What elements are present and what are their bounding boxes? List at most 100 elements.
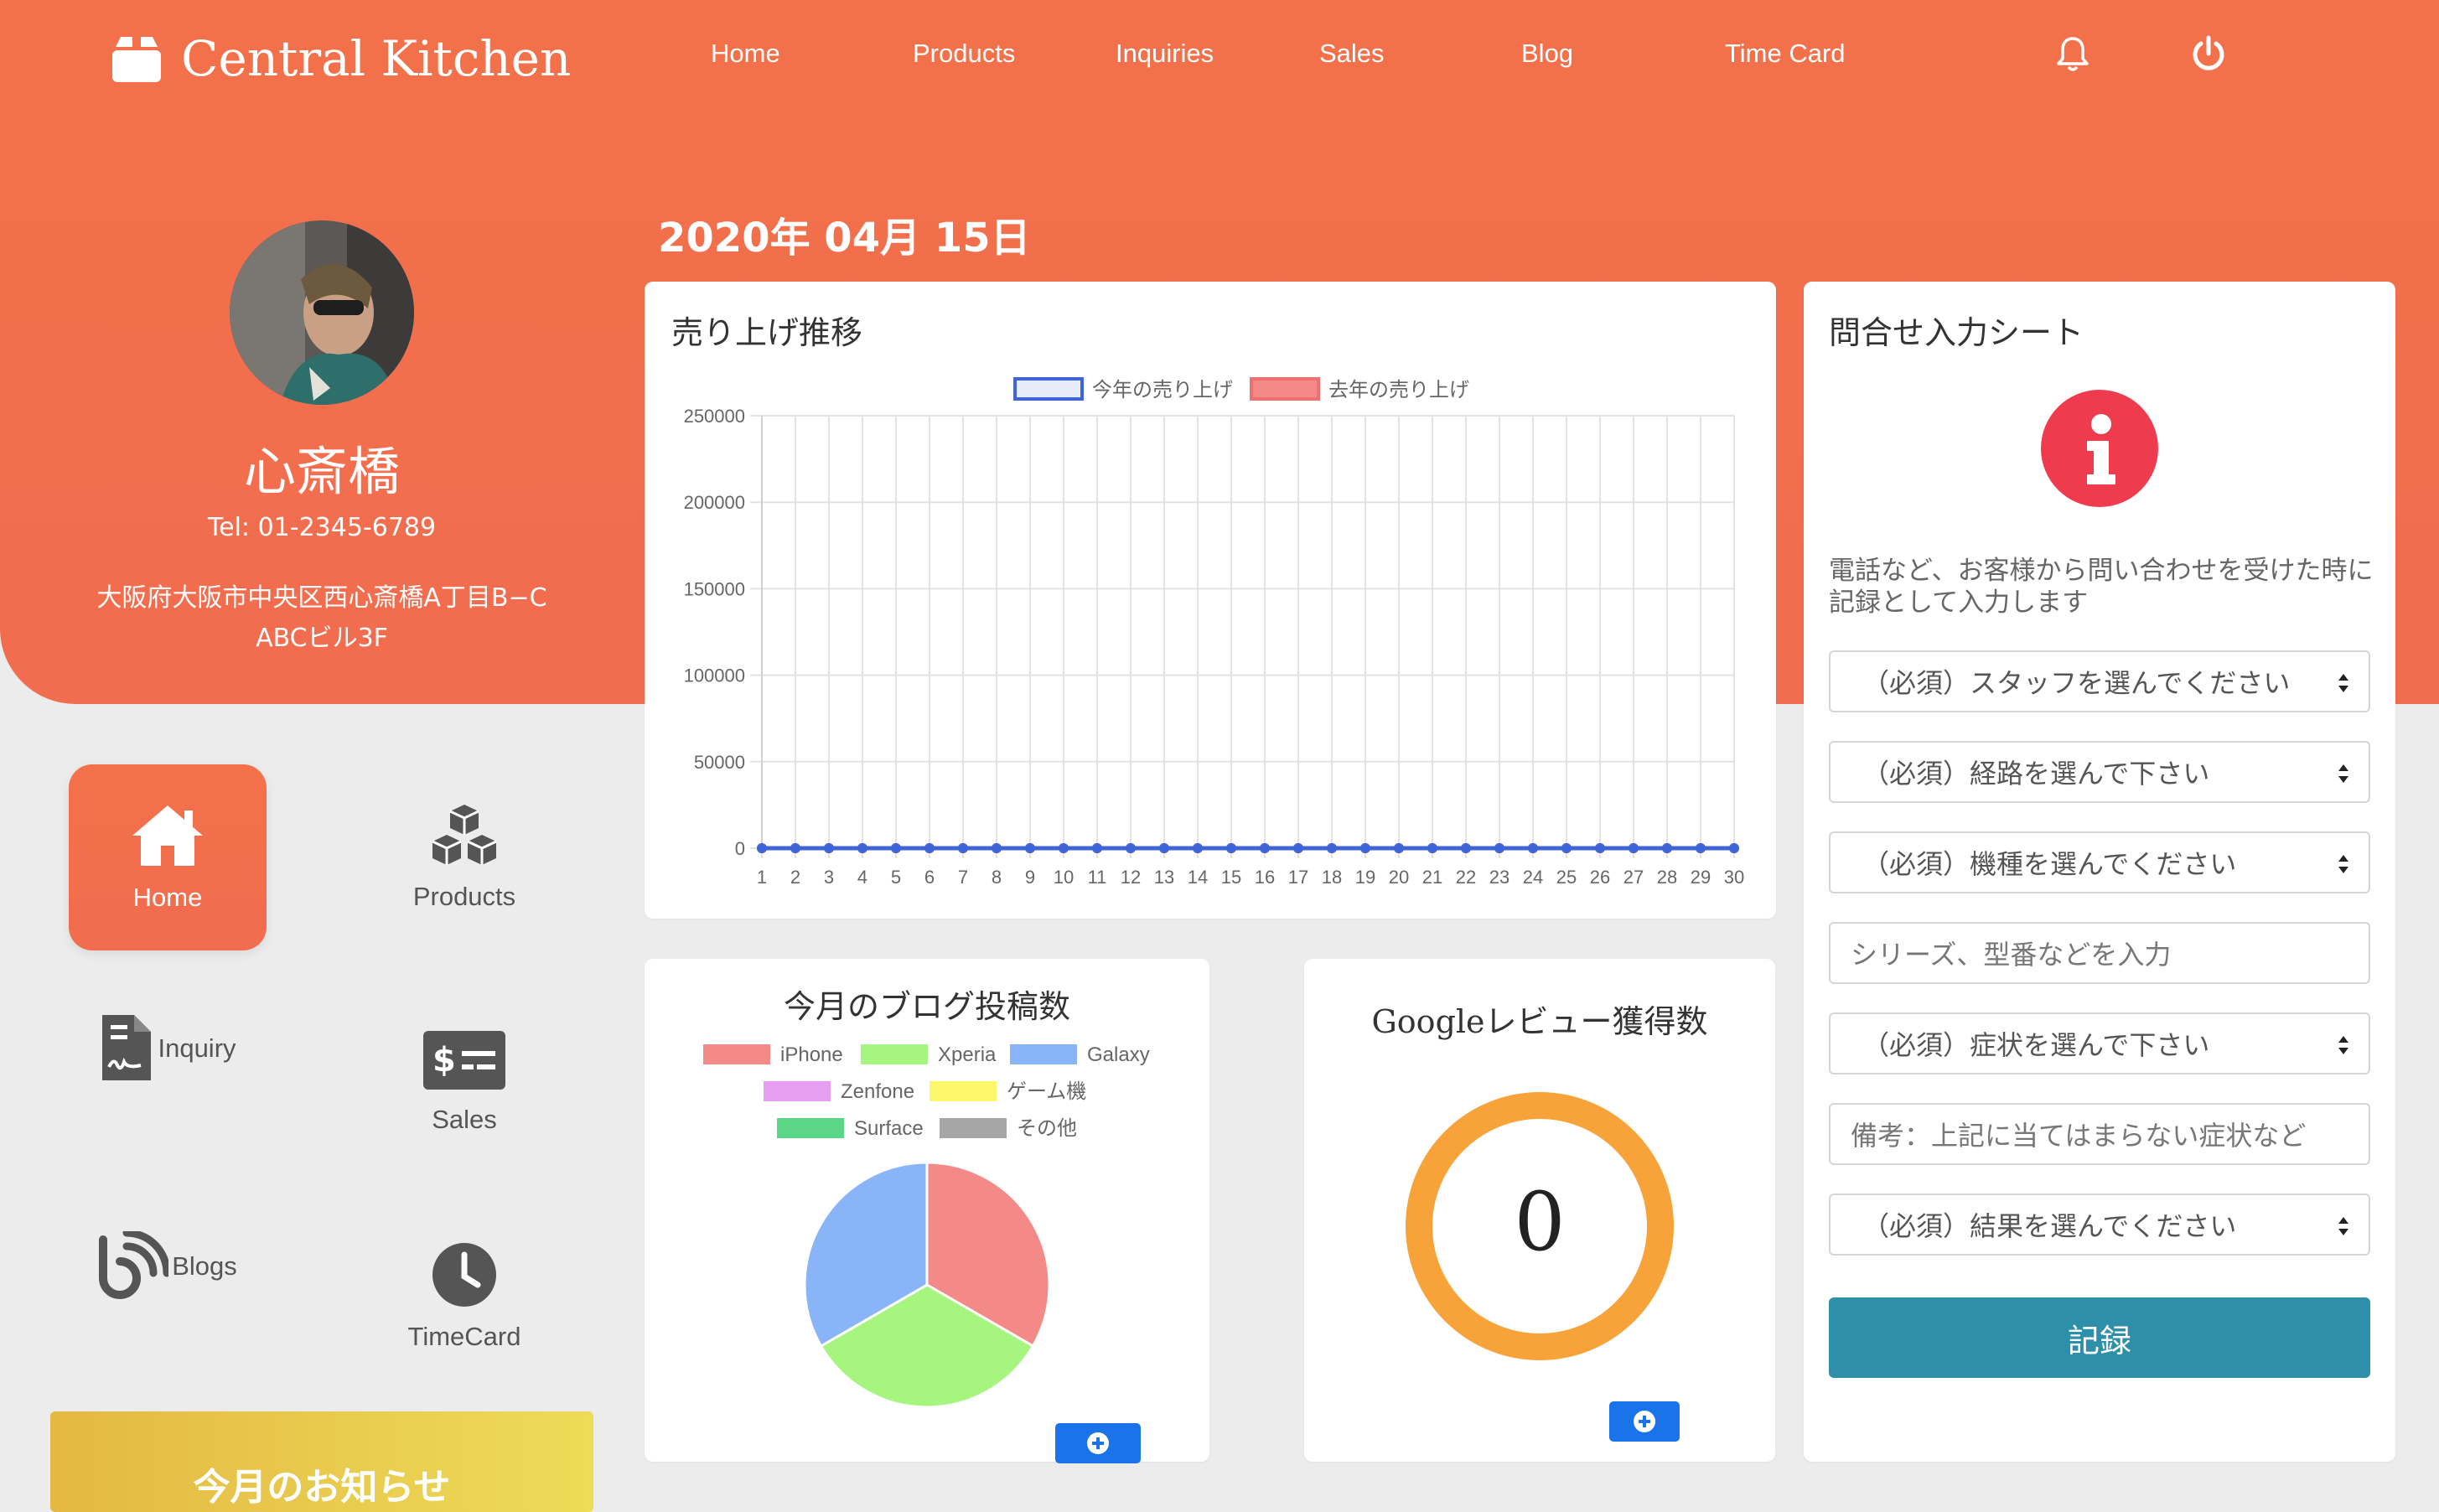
data-point xyxy=(1461,843,1471,853)
x-tick-label: 8 xyxy=(992,867,1002,888)
select-caret-icon xyxy=(2338,1036,2348,1054)
remarks-input[interactable]: 備考：上記に当てはまらない症状など xyxy=(1829,1103,2370,1165)
menu-products[interactable]: Products xyxy=(365,764,563,950)
data-point xyxy=(1226,843,1236,853)
x-tick-label: 20 xyxy=(1389,867,1409,888)
menu-sales[interactable]: $ Sales xyxy=(365,989,563,1175)
menu-label: Sales xyxy=(432,1105,497,1134)
menu-label: Products xyxy=(412,882,516,911)
data-point xyxy=(1427,843,1437,853)
review-count: 0 xyxy=(1514,1175,1566,1269)
legend-swatch xyxy=(940,1118,1007,1138)
blog-pie-chart: iPhone Xperia Galaxy Zenfone ゲーム機 Surface その他 xyxy=(703,1043,1150,1409)
home-icon xyxy=(132,805,203,866)
menu-timecard[interactable]: TimeCard xyxy=(365,1204,563,1390)
form-description: 電話など、お客様から問い合わせを受けた時に記録として入力します xyxy=(1829,556,2374,618)
menu-blogs[interactable]: Blogs xyxy=(69,1173,267,1359)
add-blog-button[interactable] xyxy=(1055,1423,1141,1463)
plus-circle-icon xyxy=(1087,1432,1109,1454)
legend-label: Galaxy xyxy=(1087,1043,1150,1066)
nav-blog[interactable]: Blog xyxy=(1521,39,1573,69)
data-point xyxy=(1696,843,1706,853)
series-input[interactable]: シリーズ、型番などを入力 xyxy=(1829,922,2370,984)
x-tick-label: 19 xyxy=(1355,867,1375,888)
x-tick-label: 9 xyxy=(1025,867,1035,888)
select-value: （必須）スタッフを選んでください xyxy=(1862,667,2291,699)
avatar xyxy=(230,220,414,405)
x-tick-label: 27 xyxy=(1623,867,1644,888)
legend-label: その他 xyxy=(1017,1117,1077,1140)
nav-inquiries[interactable]: Inquiries xyxy=(1116,39,1214,69)
brand[interactable]: Central Kitchen xyxy=(112,25,571,92)
select-caret-icon xyxy=(2338,674,2348,692)
sales-chart-card: 売り上げ推移 今年の売り上げ 去年の売り上げ 0 50000 100000 150000 2… xyxy=(645,282,1776,919)
monthly-notice[interactable]: 今月のお知らせ xyxy=(50,1411,593,1512)
x-tick-label: 2 xyxy=(790,867,800,888)
legend-label: Zenfone xyxy=(841,1080,914,1103)
y-tick-label: 250000 xyxy=(684,406,745,427)
legend-label: Xperia xyxy=(938,1043,997,1066)
nav-time-card[interactable]: Time Card xyxy=(1725,39,1846,69)
x-tick-label: 1 xyxy=(757,867,767,888)
x-tick-label: 26 xyxy=(1590,867,1610,888)
legend-swatch xyxy=(1250,377,1320,401)
store-address: 大阪府大阪市中央区西心斎橋A丁目B−C ABCビル3F xyxy=(50,578,593,659)
model-select[interactable]: （必須）機種を選んでください xyxy=(1829,831,2370,893)
nav-home[interactable]: Home xyxy=(711,39,780,69)
x-tick-label: 3 xyxy=(824,867,834,888)
result-select[interactable]: （必須）結果を選んでください xyxy=(1829,1194,2370,1256)
x-tick-label: 29 xyxy=(1691,867,1711,888)
y-tick-label: 50000 xyxy=(694,752,745,773)
nav-products[interactable]: Products xyxy=(913,39,1015,69)
add-review-button[interactable] xyxy=(1609,1401,1680,1442)
data-point xyxy=(924,843,935,853)
data-point xyxy=(1159,843,1169,853)
menu-inquiry[interactable]: Inquiry xyxy=(69,955,267,1142)
select-caret-icon xyxy=(2338,1217,2348,1235)
data-point xyxy=(1193,843,1203,853)
legend-label: iPhone xyxy=(780,1043,843,1066)
clock-icon xyxy=(432,1243,496,1307)
x-tick-label: 25 xyxy=(1556,867,1577,888)
select-value: （必須）経路を選んで下さい xyxy=(1862,758,2210,790)
legend-swatch xyxy=(764,1081,831,1101)
x-tick-label: 15 xyxy=(1221,867,1241,888)
x-tick-label: 4 xyxy=(857,867,867,888)
review-card: Googleレビュー獲得数 0 xyxy=(1304,959,1775,1462)
cubes-icon xyxy=(432,805,497,865)
route-select[interactable]: （必須）経路を選んで下さい xyxy=(1829,741,2370,803)
y-tick-label: 200000 xyxy=(684,492,745,513)
x-tick-label: 21 xyxy=(1422,867,1442,888)
x-tick-label: 22 xyxy=(1456,867,1476,888)
x-tick-label: 7 xyxy=(958,867,968,888)
record-button[interactable]: 記録 xyxy=(1829,1297,2370,1378)
data-point xyxy=(1025,843,1035,853)
menu-label: Blogs xyxy=(172,1251,237,1281)
data-point xyxy=(1394,843,1404,853)
staff-select[interactable]: （必須）スタッフを選んでください xyxy=(1829,650,2370,712)
bell-icon[interactable] xyxy=(2052,34,2094,75)
x-tick-label: 13 xyxy=(1154,867,1174,888)
x-tick-label: 10 xyxy=(1054,867,1074,888)
legend-label: ゲーム機 xyxy=(1007,1080,1086,1103)
y-tick-label: 100000 xyxy=(684,665,745,686)
x-tick-label: 18 xyxy=(1322,867,1342,888)
data-point xyxy=(757,843,767,853)
x-tick-label: 12 xyxy=(1121,867,1141,888)
input-placeholder: シリーズ、型番などを入力 xyxy=(1851,939,2172,971)
x-tick-label: 6 xyxy=(924,867,935,888)
x-tick-label: 24 xyxy=(1523,867,1543,888)
menu-home[interactable]: Home xyxy=(69,764,267,950)
store-name: 心斎橋 xyxy=(243,441,400,502)
nav-sales[interactable]: Sales xyxy=(1319,39,1385,69)
y-tick-label: 150000 xyxy=(684,578,745,599)
legend-label: Surface xyxy=(854,1117,924,1140)
legend-swatch xyxy=(703,1044,770,1064)
blog-icon xyxy=(99,1231,169,1299)
data-point xyxy=(1260,843,1270,853)
symptom-select[interactable]: （必須）症状を選んで下さい xyxy=(1829,1012,2370,1074)
data-point xyxy=(1059,843,1069,853)
x-tick-label: 5 xyxy=(891,867,901,888)
power-icon[interactable] xyxy=(2188,34,2229,75)
legend-label: 今年の売り上げ xyxy=(1092,379,1233,401)
